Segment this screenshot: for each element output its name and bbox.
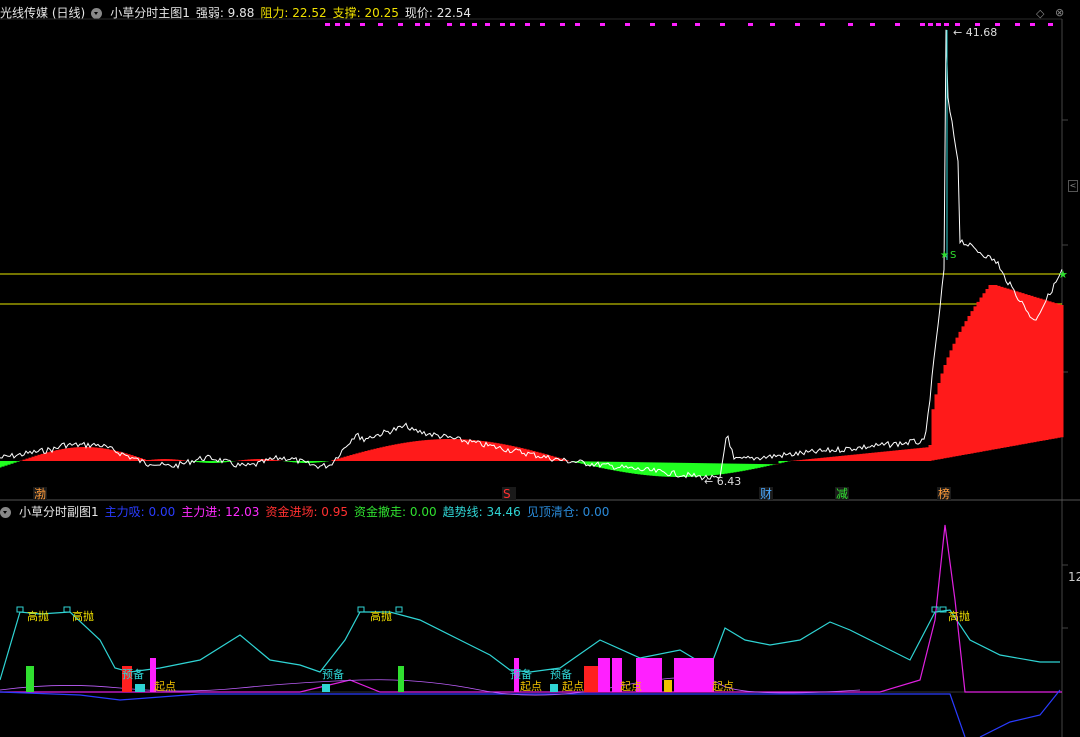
top-signal-dot — [870, 23, 875, 26]
top-signal-dot — [944, 23, 949, 26]
sub-header-item-3: 资金撤走: 0.00 — [354, 505, 437, 519]
top-signal-dot — [415, 23, 420, 26]
top-signal-dot — [625, 23, 630, 26]
top-signal-dot — [540, 23, 545, 26]
top-signal-dot — [695, 23, 700, 26]
top-signal-dot — [425, 23, 430, 26]
signal-label: 预备 — [322, 667, 344, 681]
sub-header-item-1: 主力进: 12.03 — [181, 505, 260, 519]
signal-label: 高抛 — [370, 609, 392, 623]
signal-bar — [135, 684, 145, 692]
signal-bar — [584, 666, 598, 692]
star-icon: ★ — [940, 250, 949, 261]
signal-label: 预备 — [122, 667, 144, 681]
top-signal-dot — [848, 23, 853, 26]
sub-header-item-5: 见顶清仓: 0.00 — [526, 505, 610, 519]
top-signal-dot — [770, 23, 775, 26]
top-signal-dot — [936, 23, 941, 26]
top-marker-box — [395, 606, 403, 613]
star-icon-right: ★ — [1058, 268, 1068, 281]
top-signal-dot — [795, 23, 800, 26]
signal-bar — [322, 684, 330, 692]
signal-bar — [598, 658, 610, 692]
tag-label: 财 — [760, 487, 772, 501]
tag-label: 减 — [836, 487, 848, 501]
signal-bar — [674, 658, 714, 692]
top-signal-dot — [525, 23, 530, 26]
sub-header-item-2: 资金进场: 0.95 — [265, 505, 349, 519]
mainforce-magenta-line — [0, 524, 1062, 693]
top-signal-dot — [360, 23, 365, 26]
signal-label: 起点 — [562, 680, 584, 693]
top-signal-dot — [920, 23, 925, 26]
signal-label: 高抛 — [27, 609, 49, 623]
blue-line — [0, 689, 1061, 737]
signal-label: 高抛 — [948, 609, 970, 623]
price-line — [0, 29, 1063, 481]
top-signal-dot — [510, 23, 515, 26]
tag-label: S — [503, 487, 511, 501]
chart-canvas[interactable]: ← 41.68← 6.43★ S★渤 S 财减榜高抛 高抛 高抛 高抛预备 预备 预备起点 起点起… — [0, 0, 1080, 737]
sub-header-item-4: 趋势线: 34.46 — [442, 505, 521, 519]
top-signal-dot — [720, 23, 725, 26]
sub-indicator-dropdown-icon[interactable] — [0, 506, 11, 518]
signal-bar — [26, 666, 34, 692]
top-signal-dot — [335, 23, 340, 26]
signal-label: 起点 — [620, 680, 642, 693]
top-signal-dot — [575, 23, 580, 26]
signal-bar — [398, 666, 404, 692]
sub-indicator-values: 主力吸: 0.00 主力进: 12.03 资金进场: 0.95 资金撤走: 0.00 趋… — [105, 503, 616, 521]
signal-label: 起点 — [712, 680, 734, 693]
top-signal-dot — [378, 23, 383, 26]
signal-label: 高抛 — [72, 609, 94, 623]
top-signal-dot — [672, 23, 677, 26]
sub-indicator-name[interactable]: 小草分时副图1 — [19, 503, 99, 521]
tag-label: 渤 — [34, 487, 46, 501]
top-signal-dot — [560, 23, 565, 26]
top-signal-dot — [650, 23, 655, 26]
top-signal-dot — [600, 23, 605, 26]
signal-label: 预备 — [510, 667, 532, 681]
top-signal-dot — [928, 23, 933, 26]
signal-bar — [550, 684, 558, 692]
top-signal-dot — [748, 23, 753, 26]
top-signal-dot — [895, 23, 900, 26]
signal-label-extra: 预备 — [550, 667, 572, 681]
top-signal-dot — [325, 23, 330, 26]
top-marker-box — [63, 606, 71, 613]
top-signal-dot — [345, 23, 350, 26]
sub-axis-label: 12 — [1068, 570, 1080, 584]
signal-label: 起点 — [520, 680, 542, 693]
top-signal-dot — [1015, 23, 1020, 26]
sub-header: 小草分时副图1 主力吸: 0.00 主力进: 12.03 资金进场: 0.95 资金撤… — [0, 503, 615, 521]
signal-bar — [664, 680, 672, 692]
top-signal-dot — [485, 23, 490, 26]
high-price-label: ← 41.68 — [953, 26, 997, 39]
top-signal-dot — [460, 23, 465, 26]
top-signal-dot — [820, 23, 825, 26]
top-signal-dot — [1048, 23, 1053, 26]
top-signal-dot — [472, 23, 477, 26]
top-signal-dot — [447, 23, 452, 26]
sub-header-item-0: 主力吸: 0.00 — [104, 505, 176, 519]
top-signal-dot — [398, 23, 403, 26]
top-signal-dot — [1030, 23, 1035, 26]
tag-label: 榜 — [938, 486, 950, 501]
top-marker-box — [357, 606, 365, 613]
top-signal-dot — [500, 23, 505, 26]
top-marker-box — [16, 606, 24, 613]
signal-s-label: S — [950, 250, 956, 261]
low-price-label: ← 6.43 — [704, 475, 741, 488]
signal-label: 起点 — [154, 680, 176, 693]
